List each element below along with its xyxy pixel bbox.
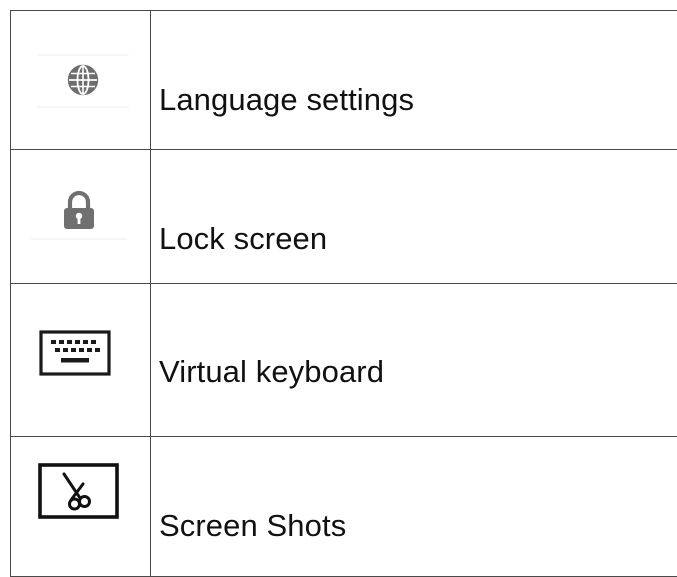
lock-screen-label: Lock screen [159,221,327,257]
icon-cell [11,284,151,437]
keyboard-icon [39,330,111,378]
table-row: Screen Shots [11,437,677,577]
icon-cell [11,11,151,150]
table-row: Language settings [11,11,677,150]
label-cell: Language settings [151,11,677,150]
table-row: Virtual keyboard [11,284,677,437]
screen-shots-label: Screen Shots [159,508,346,544]
lock-icon [31,190,127,244]
function-icon-table: Language settings Lock screen [10,10,677,577]
icon-cell [11,150,151,284]
label-cell: Virtual keyboard [151,284,677,437]
table-row: Lock screen [11,150,677,284]
scissors-icon [38,463,119,521]
virtual-keyboard-label: Virtual keyboard [159,354,384,390]
label-cell: Lock screen [151,150,677,284]
language-settings-label: Language settings [159,82,414,118]
globe-icon [37,51,129,109]
label-cell: Screen Shots [151,437,677,577]
icon-cell [11,437,151,577]
